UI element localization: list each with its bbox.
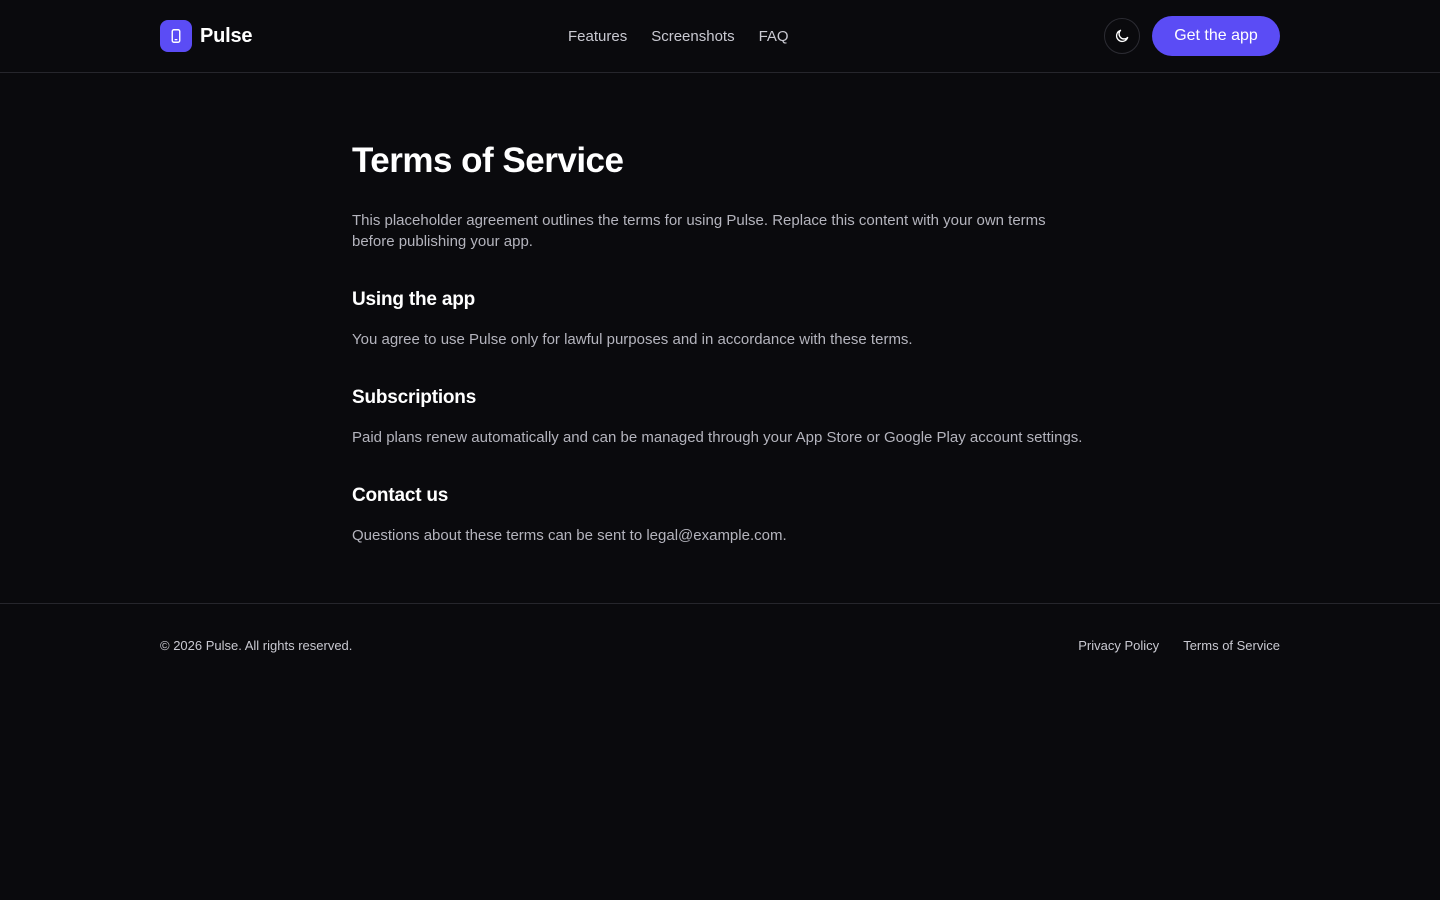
section-using-the-app: Using the app You agree to use Pulse onl… [352, 288, 1092, 350]
section-heading: Using the app [352, 289, 476, 310]
site-header: Pulse Features Screenshots FAQ Get the a… [0, 0, 1440, 73]
footer-link-privacy-policy[interactable]: Privacy Policy [1078, 638, 1159, 654]
section-body: Questions about these terms can be sent … [352, 527, 787, 544]
brand-link[interactable]: Pulse [160, 20, 253, 52]
page-title: Terms of Service [352, 141, 624, 180]
get-the-app-button[interactable]: Get the app [1152, 16, 1280, 56]
intro-paragraph: This placeholder agreement outlines the … [352, 212, 1046, 250]
nav-link-screenshots[interactable]: Screenshots [651, 27, 734, 47]
moon-icon [1114, 28, 1130, 44]
footer-links: Privacy Policy Terms of Service [1078, 638, 1280, 654]
site-footer: © 2026 Pulse. All rights reserved. Priva… [0, 603, 1440, 687]
phone-icon [160, 20, 192, 52]
theme-toggle-button[interactable] [1104, 18, 1140, 54]
section-contact-us: Contact us Questions about these terms c… [352, 484, 1092, 546]
footer-link-terms-of-service[interactable]: Terms of Service [1183, 638, 1280, 654]
nav-link-features[interactable]: Features [568, 27, 627, 47]
section-heading: Contact us [352, 485, 449, 506]
copyright-text: © 2026 Pulse. All rights reserved. [160, 638, 353, 653]
section-heading: Subscriptions [352, 387, 477, 408]
section-body: Paid plans renew automatically and can b… [352, 429, 1083, 446]
brand-name: Pulse [200, 24, 253, 47]
nav-link-faq[interactable]: FAQ [759, 27, 789, 47]
section-subscriptions: Subscriptions Paid plans renew automatic… [352, 386, 1092, 448]
section-body: You agree to use Pulse only for lawful p… [352, 331, 913, 348]
main-nav: Features Screenshots FAQ [568, 27, 789, 47]
terms-content: Terms of Service This placeholder agreem… [352, 140, 1092, 546]
